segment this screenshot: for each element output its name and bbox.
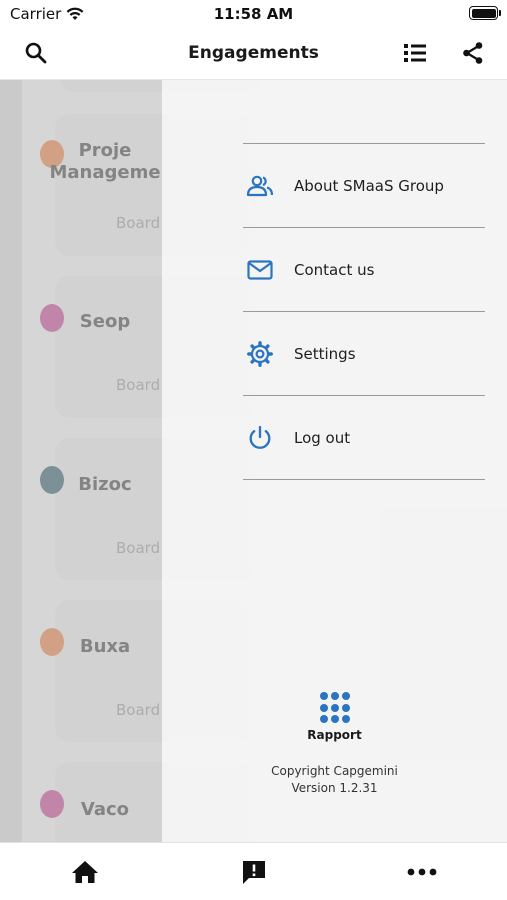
drawer-scrim[interactable]: [0, 80, 162, 842]
battery-icon: [469, 6, 501, 20]
share-button[interactable]: [459, 39, 487, 67]
brand-name: Rapport: [307, 728, 362, 742]
menu-item-label: About SMaaS Group: [294, 176, 444, 195]
status-time: 11:58 AM: [213, 5, 294, 23]
rapport-logo-icon: [319, 692, 351, 724]
share-icon: [463, 42, 483, 64]
menu-item-logout[interactable]: Log out: [243, 395, 485, 479]
alert-icon: [243, 861, 265, 884]
menu-item-label: Log out: [294, 428, 351, 447]
list-icon: [404, 44, 426, 62]
tab-home[interactable]: [69, 857, 101, 887]
menu-item-contact[interactable]: Contact us: [243, 227, 485, 311]
brand-block: Rapport: [162, 692, 507, 742]
menu-item-about[interactable]: About SMaaS Group: [243, 143, 485, 227]
list-view-button[interactable]: [401, 39, 429, 67]
mail-icon: [246, 256, 274, 284]
menu-item-label: Contact us: [294, 260, 375, 279]
tab-alerts[interactable]: [238, 857, 270, 887]
menu-item-settings[interactable]: Settings: [243, 311, 485, 395]
menu-divider: [243, 479, 485, 480]
tab-bar: [0, 842, 507, 900]
copyright-text: Copyright Capgemini: [271, 764, 398, 778]
copyright-block: Copyright Capgemini Version 1.2.31: [162, 763, 507, 797]
app-header: Engagements: [0, 28, 507, 80]
menu-item-label: Settings: [294, 344, 356, 363]
power-icon: [246, 424, 274, 452]
status-bar: Carrier 11:58 AM: [0, 0, 507, 28]
side-drawer: About SMaaS Group Contact us Settings Lo…: [162, 80, 507, 842]
gear-icon: [246, 340, 274, 368]
more-icon: [407, 868, 437, 876]
tab-more[interactable]: [406, 857, 438, 887]
version-text: Version 1.2.31: [291, 781, 378, 795]
page-title: Engagements: [188, 43, 319, 63]
group-icon: [246, 172, 274, 200]
home-icon: [72, 861, 98, 883]
